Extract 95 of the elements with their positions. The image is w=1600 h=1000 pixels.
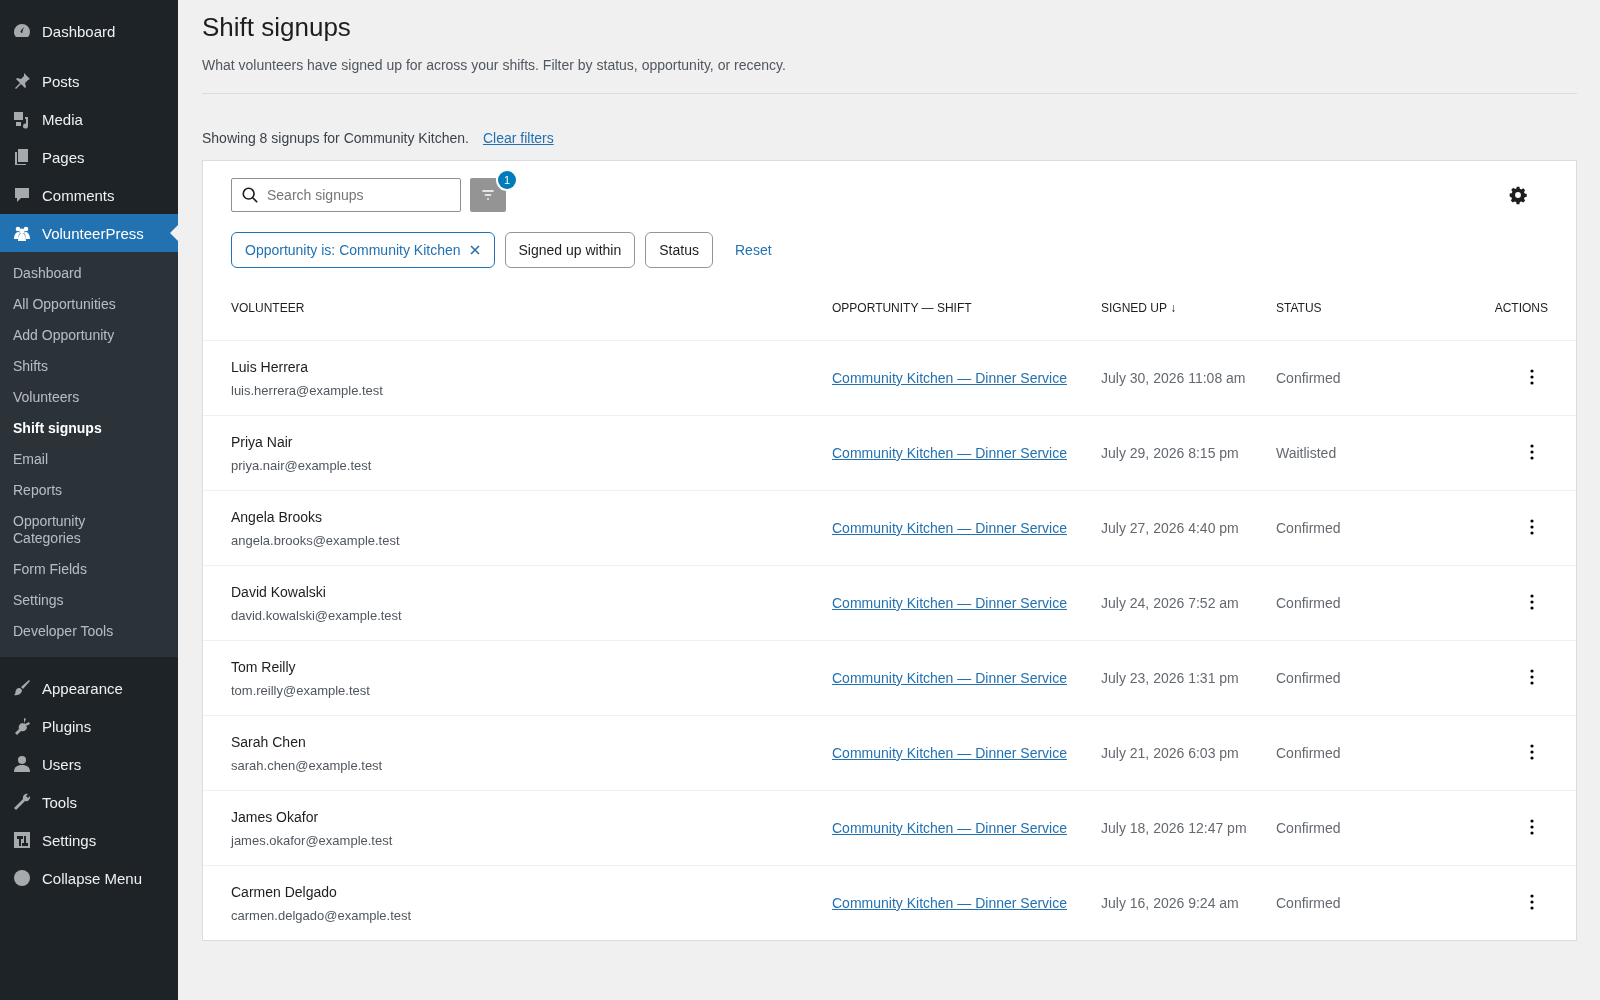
submenu-item[interactable]: Dashboard: [0, 258, 161, 289]
wrench-icon: [12, 792, 32, 812]
search-field[interactable]: Search signups: [231, 178, 461, 212]
user-icon: [12, 754, 32, 774]
sidebar-menu-item[interactable]: Posts: [0, 62, 178, 100]
shift-link[interactable]: Community Kitchen — Dinner Service: [832, 820, 1067, 836]
more-icon: [1530, 742, 1534, 761]
volunteer-name: David Kowalski: [231, 583, 326, 600]
speech-bubble-icon: [12, 185, 32, 205]
more-icon: [1530, 517, 1534, 536]
page-description: What volunteers have signed up for across your shifts. Filter by status, opportunity, or recency.: [202, 57, 787, 73]
signup-status: Confirmed: [1276, 820, 1342, 836]
signup-date: July 18, 2026 12:47 pm: [1101, 820, 1248, 836]
shift-link[interactable]: Community Kitchen — Dinner Service: [832, 670, 1067, 686]
filter-chip[interactable]: Signed up within: [504, 232, 636, 268]
submenu-item[interactable]: Shifts: [0, 351, 161, 382]
sidebar-menu-item[interactable]: Dashboard: [0, 12, 178, 50]
signup-date: July 27, 2026 4:40 pm: [1101, 520, 1240, 536]
more-icon: [1530, 667, 1534, 686]
volunteer-email: carmen.delgado@example.test: [231, 907, 412, 923]
signup-status: Confirmed: [1276, 370, 1342, 386]
results-summary: Showing 8 signups for Community Kitchen.: [202, 130, 469, 146]
filter-chip[interactable]: Status: [645, 232, 713, 268]
shift-link[interactable]: Community Kitchen — Dinner Service: [832, 370, 1067, 386]
submenu-item[interactable]: Shift signups: [0, 413, 178, 444]
column-header[interactable]: SIGNED UP ↓: [1101, 301, 1276, 315]
clear-filters-link[interactable]: Clear filters: [482, 130, 554, 146]
submenu-item[interactable]: Opportunity Categories: [0, 506, 161, 554]
sidebar-menu-item[interactable]: Plugins: [0, 707, 178, 745]
volunteer-email: tom.reilly@example.test: [231, 682, 370, 698]
shift-link[interactable]: Community Kitchen — Dinner Service: [832, 595, 1067, 611]
signup-status: Confirmed: [1276, 895, 1342, 911]
submenu-item[interactable]: Email: [0, 444, 161, 475]
filter-button[interactable]: [470, 178, 506, 212]
signup-status: Confirmed: [1276, 595, 1342, 611]
sidebar-menu-item[interactable]: VolunteerPress: [0, 214, 178, 252]
signup-date: July 23, 2026 1:31 pm: [1101, 670, 1240, 686]
submenu-item[interactable]: Volunteers: [0, 382, 161, 413]
page-title: Shift signups: [202, 12, 352, 43]
submenu-item[interactable]: Developer Tools: [0, 616, 161, 647]
filter-icon: [480, 187, 496, 203]
volunteer-name: Carmen Delgado: [231, 883, 337, 900]
reset-link[interactable]: Reset: [735, 242, 772, 258]
shift-link[interactable]: Community Kitchen — Dinner Service: [832, 895, 1067, 911]
signup-date: July 30, 2026 11:08 am: [1101, 370, 1247, 386]
shift-link[interactable]: Community Kitchen — Dinner Service: [832, 520, 1067, 536]
sidebar-menu-item[interactable]: Collapse Menu: [0, 859, 178, 897]
close-icon[interactable]: [468, 244, 481, 256]
volunteer-email: priya.nair@example.test: [231, 457, 372, 473]
signup-status: Confirmed: [1276, 670, 1342, 686]
signup-status: Waitlisted: [1276, 445, 1338, 461]
submenu-item[interactable]: All Opportunities: [0, 289, 161, 320]
signup-date: July 29, 2026 8:15 pm: [1101, 445, 1240, 461]
sidebar-menu-item[interactable]: Comments: [0, 176, 178, 214]
submenu-item[interactable]: Reports: [0, 475, 161, 506]
more-icon: [1530, 367, 1534, 386]
sidebar-menu-item[interactable]: Media: [0, 100, 178, 138]
more-icon: [1530, 817, 1534, 836]
submenu-item[interactable]: Form Fields: [0, 554, 161, 585]
more-icon: [1530, 592, 1534, 611]
filter-count-badge: 1: [498, 171, 516, 189]
sidebar-menu-item[interactable]: Users: [0, 745, 178, 783]
filter-chip[interactable]: Opportunity is: Community Kitchen: [231, 232, 495, 268]
volunteer-name: Tom Reilly: [231, 658, 296, 675]
volunteer-email: sarah.chen@example.test: [231, 757, 383, 773]
sidebar-menu-item[interactable]: Appearance: [0, 669, 178, 707]
submenu-item[interactable]: Add Opportunity: [0, 320, 161, 351]
volunteer-name: Priya Nair: [231, 433, 293, 450]
sidebar-menu-item[interactable]: Settings: [0, 821, 178, 859]
more-icon: [1530, 442, 1534, 461]
shift-link[interactable]: Community Kitchen — Dinner Service: [832, 745, 1067, 761]
shift-link[interactable]: Community Kitchen — Dinner Service: [832, 445, 1067, 461]
volunteer-email: luis.herrera@example.test: [231, 382, 383, 398]
sidebar-menu-item[interactable]: Tools: [0, 783, 178, 821]
signup-date: July 16, 2026 9:24 am: [1101, 895, 1240, 911]
volunteer-name: Sarah Chen: [231, 733, 306, 750]
signup-status: Confirmed: [1276, 745, 1342, 761]
column-header: ACTIONS: [1493, 301, 1548, 315]
paintbrush-icon: [12, 678, 32, 698]
signup-date: July 24, 2026 7:52 am: [1101, 595, 1240, 611]
volunteer-email: angela.brooks@example.test: [231, 532, 400, 548]
column-header: VOLUNTEER: [231, 301, 306, 315]
volunteer-email: david.kowalski@example.test: [231, 607, 402, 623]
search-icon: [241, 186, 259, 204]
submenu-item[interactable]: Settings: [0, 585, 161, 616]
volunteer-name: James Okafor: [231, 808, 319, 825]
volunteer-email: james.okafor@example.test: [231, 832, 393, 848]
more-icon: [1530, 892, 1534, 911]
column-header: STATUS: [1276, 301, 1323, 315]
volunteer-name: Angela Brooks: [231, 508, 323, 525]
column-header: OPPORTUNITY — SHIFT: [832, 301, 973, 315]
signup-date: July 21, 2026 6:03 pm: [1101, 745, 1240, 761]
signup-status: Confirmed: [1276, 520, 1342, 536]
volunteer-name: Luis Herrera: [231, 358, 309, 375]
sidebar-menu-item[interactable]: Pages: [0, 138, 178, 176]
